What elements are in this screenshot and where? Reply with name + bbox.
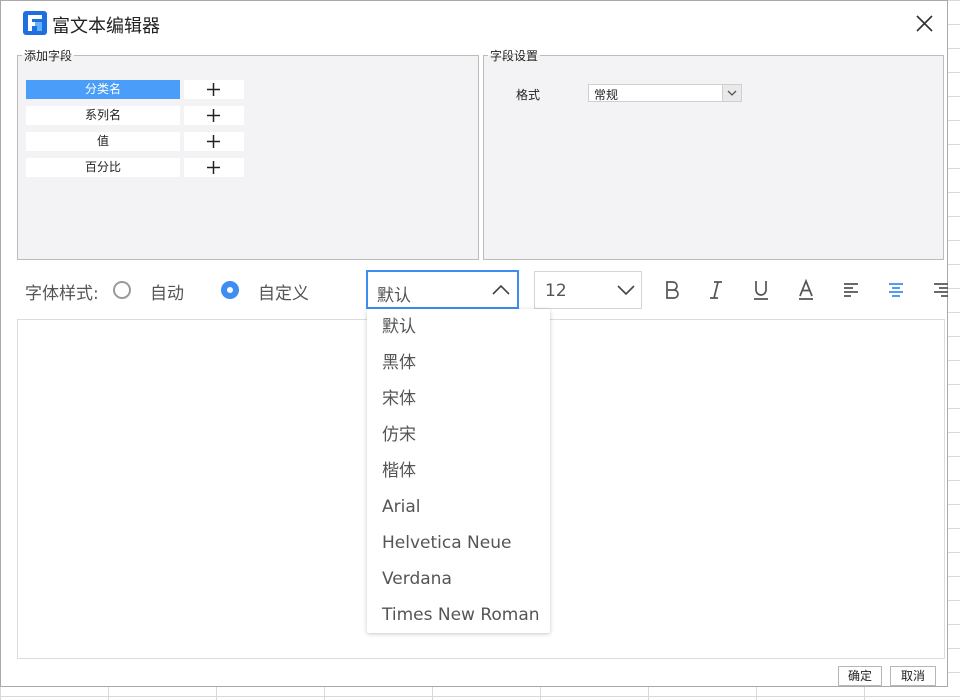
italic-icon (710, 281, 722, 299)
font-size-value: 12 (545, 281, 567, 301)
italic-button[interactable] (704, 278, 728, 302)
app-logo-icon (23, 11, 47, 35)
close-icon (916, 15, 933, 32)
font-option-default[interactable]: 默认 (367, 309, 550, 345)
align-left-icon (844, 283, 858, 297)
font-size-select[interactable]: 12 (534, 271, 642, 309)
close-button[interactable] (909, 9, 939, 39)
align-center-button[interactable] (884, 278, 908, 302)
chevron-up-icon (492, 284, 510, 295)
format-select[interactable]: 常规 (588, 84, 742, 102)
font-option-kaiti[interactable]: 楷体 (367, 453, 550, 489)
add-percent-button[interactable] (184, 158, 244, 177)
underline-icon (754, 281, 768, 300)
font-option-arial[interactable]: Arial (367, 489, 550, 525)
font-color-icon (799, 278, 813, 300)
bold-button[interactable] (660, 278, 684, 302)
format-dropdown-arrow[interactable] (722, 85, 741, 101)
add-category-button[interactable] (184, 80, 244, 99)
ok-button[interactable]: 确定 (838, 666, 882, 686)
add-value-button[interactable] (184, 132, 244, 151)
format-value: 常规 (594, 88, 619, 102)
chevron-down-icon (617, 285, 635, 296)
font-option-heiti[interactable]: 黑体 (367, 345, 550, 381)
font-family-dropdown: 默认 黑体 宋体 仿宋 楷体 Arial Helvetica Neue Verd… (367, 309, 550, 633)
field-settings-legend: 字段设置 (490, 49, 539, 63)
plus-icon (207, 161, 220, 174)
font-option-fangsong[interactable]: 仿宋 (367, 417, 550, 453)
add-fields-panel: 添加字段 分类名 系列名 值 百分比 (17, 47, 479, 260)
align-left-button[interactable] (839, 278, 863, 302)
field-settings-panel: 字段设置 格式 常规 (483, 47, 944, 260)
radio-auto-label[interactable]: 自动 (150, 279, 184, 304)
add-fields-legend: 添加字段 (24, 49, 73, 63)
format-label: 格式 (516, 88, 541, 102)
plus-icon (207, 135, 220, 148)
align-right-button[interactable] (929, 278, 948, 302)
plus-icon (207, 83, 220, 96)
cancel-button[interactable]: 取消 (890, 666, 936, 686)
font-color-button[interactable] (794, 278, 818, 302)
field-item-series[interactable]: 系列名 (26, 106, 180, 125)
field-item-value[interactable]: 值 (26, 132, 180, 151)
font-style-label: 字体样式: (25, 284, 99, 304)
align-right-icon (934, 283, 948, 297)
font-family-select[interactable]: 默认 (366, 270, 519, 309)
radio-custom[interactable] (221, 281, 239, 299)
align-center-icon (889, 283, 903, 297)
plus-icon (207, 109, 220, 122)
underline-button[interactable] (749, 278, 773, 302)
radio-auto[interactable] (113, 281, 131, 299)
chevron-down-icon (727, 90, 737, 96)
font-family-value: 默认 (377, 286, 411, 306)
radio-custom-label[interactable]: 自定义 (258, 279, 309, 304)
font-option-times-new-roman[interactable]: Times New Roman (367, 597, 550, 633)
add-series-button[interactable] (184, 106, 244, 125)
window-title: 富文本编辑器 (52, 16, 160, 37)
title-bar: 富文本编辑器 (1, 1, 947, 45)
rich-text-editor-dialog: 富文本编辑器 添加字段 分类名 系列名 值 百分比 字段设置 格式 常规 字体样… (0, 0, 948, 687)
bold-icon (666, 281, 679, 299)
font-option-songti[interactable]: 宋体 (367, 381, 550, 417)
field-item-percent[interactable]: 百分比 (26, 158, 180, 177)
font-option-helvetica-neue[interactable]: Helvetica Neue (367, 525, 550, 561)
font-option-verdana[interactable]: Verdana (367, 561, 550, 597)
field-item-category[interactable]: 分类名 (26, 80, 180, 99)
